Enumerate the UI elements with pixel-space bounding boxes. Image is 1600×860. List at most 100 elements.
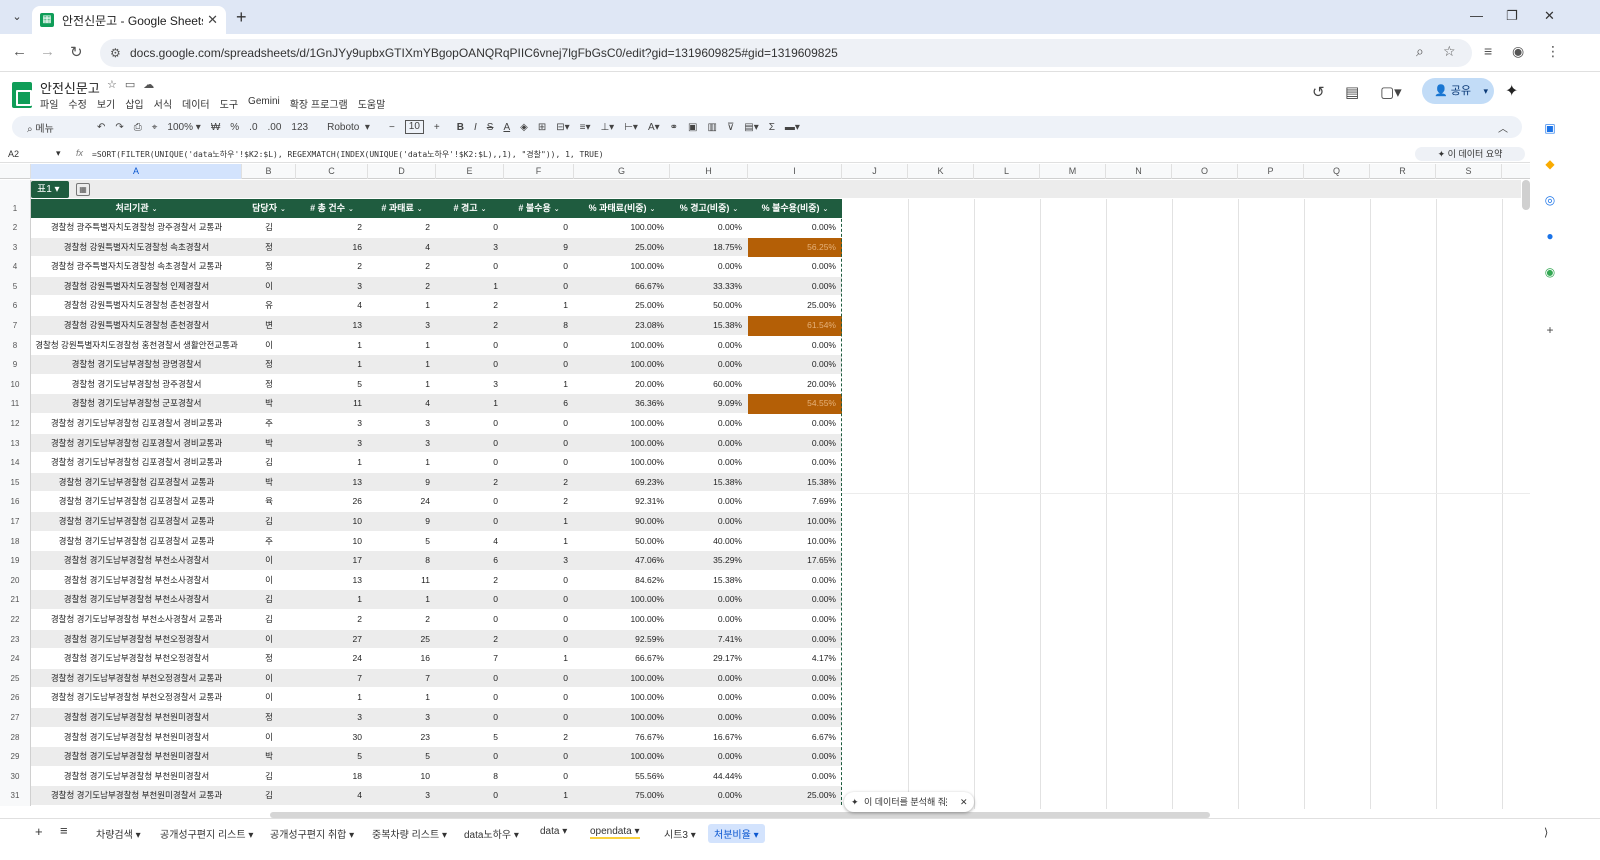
cell-b[interactable]: 유 (242, 296, 296, 316)
fill-color-icon[interactable]: ◈ (520, 122, 528, 133)
percent-format[interactable]: % (230, 122, 239, 133)
cell-i[interactable]: 25.00% (748, 786, 842, 806)
history-icon[interactable]: ↺ (1312, 83, 1325, 101)
cell-e[interactable]: 1 (436, 277, 504, 297)
cell-d[interactable]: 3 (368, 434, 436, 454)
browser-tab[interactable]: ▦ 안전신문고 - Google Sheets ✕ (32, 6, 226, 34)
row-header[interactable]: 26 (0, 688, 31, 708)
functions-icon[interactable]: Σ (769, 122, 775, 133)
cell-e[interactable]: 3 (436, 238, 504, 258)
cell-d[interactable]: 10 (368, 767, 436, 787)
name-box[interactable]: A2 (8, 149, 19, 159)
cell-c[interactable]: 2 (296, 218, 368, 238)
cell-c[interactable]: 24 (296, 649, 368, 669)
cell-i[interactable]: 7.69% (748, 492, 842, 512)
cell-i[interactable]: 0.00% (748, 434, 842, 454)
cell-b[interactable]: 이 (242, 669, 296, 689)
cell-c[interactable]: 13 (296, 473, 368, 493)
cell-e[interactable]: 0 (436, 257, 504, 277)
currency-format[interactable]: ₩ (211, 122, 220, 133)
italic-icon[interactable]: I (474, 122, 477, 133)
cell-f[interactable]: 2 (504, 728, 574, 748)
select-all-corner[interactable] (0, 164, 31, 179)
cell-h[interactable]: 0.00% (670, 708, 748, 728)
cell-c[interactable]: 26 (296, 492, 368, 512)
cell-h[interactable]: 7.41% (670, 630, 748, 650)
cell-h[interactable]: 60.00% (670, 375, 748, 395)
row-header[interactable]: 20 (0, 570, 31, 591)
cell-g[interactable]: 100.00% (574, 218, 670, 238)
cell-f[interactable]: 1 (504, 786, 574, 806)
sheet-tab[interactable]: 중복차량 리스트 ▾ (372, 826, 447, 841)
align-horizontal-icon[interactable]: ≡▾ (580, 122, 591, 133)
cell-d[interactable]: 5 (368, 532, 436, 552)
cell-d[interactable]: 11 (368, 571, 436, 591)
cell-d[interactable]: 1 (368, 590, 436, 610)
cell-h[interactable]: 0.00% (670, 610, 748, 630)
row-header[interactable]: 2 (0, 218, 31, 238)
url-field[interactable]: ⚙ docs.google.com/spreadsheets/d/1GnJYy9… (100, 39, 1472, 67)
cell-a[interactable]: 경찰청 강원특별자치도경찰청 춘천경찰서 (31, 296, 242, 316)
cell-d[interactable]: 3 (368, 786, 436, 806)
menu-edit[interactable]: 수정 (68, 96, 86, 111)
cell-c[interactable]: 5 (296, 375, 368, 395)
cell-h[interactable]: 9.09% (670, 394, 748, 414)
cell-c[interactable]: 1 (296, 688, 368, 708)
cell-b[interactable]: 이 (242, 630, 296, 650)
cell-b[interactable]: 김 (242, 767, 296, 787)
column-header[interactable]: L (974, 164, 1040, 179)
row-header[interactable]: 30 (0, 766, 31, 787)
cell-f[interactable]: 0 (504, 434, 574, 454)
cell-i[interactable]: 0.00% (748, 355, 842, 375)
row-header[interactable]: 28 (0, 727, 31, 748)
cell-a[interactable]: 경찰청 경기도남부경찰청 부천원미경찰서 (31, 708, 242, 728)
cell-d[interactable]: 1 (368, 453, 436, 473)
cell-i[interactable]: 0.00% (748, 453, 842, 473)
sheets-logo-icon[interactable] (12, 82, 32, 108)
row-header[interactable]: 31 (0, 786, 31, 806)
cell-a[interactable]: 경찰청 경기도남부경찰청 김포경찰서 경비교통과 (31, 453, 242, 473)
minimize-icon[interactable]: — (1470, 8, 1483, 23)
cell-e[interactable]: 0 (436, 512, 504, 532)
cell-b[interactable]: 김 (242, 218, 296, 238)
redo-icon[interactable]: ↷ (115, 122, 123, 133)
header-fine-ratio[interactable]: % 과태료(비중) ⌄ (574, 199, 670, 218)
column-header[interactable]: J (842, 164, 908, 179)
column-menu-icon[interactable]: ⌄ (554, 206, 560, 213)
zoom-lens-icon[interactable]: ⌕ (1416, 43, 1424, 60)
cell-b[interactable]: 김 (242, 610, 296, 630)
cell-g[interactable]: 66.67% (574, 277, 670, 297)
menu-help[interactable]: 도움말 (358, 96, 386, 111)
text-color-icon[interactable]: A (503, 122, 510, 133)
cell-g[interactable]: 100.00% (574, 434, 670, 454)
cell-c[interactable]: 1 (296, 336, 368, 356)
cell-f[interactable]: 0 (504, 355, 574, 375)
cell-f[interactable]: 0 (504, 571, 574, 591)
cell-e[interactable]: 1 (436, 394, 504, 414)
cell-c[interactable]: 1 (296, 453, 368, 473)
cell-b[interactable]: 육 (242, 492, 296, 512)
column-header[interactable]: B (242, 164, 296, 179)
cell-e[interactable]: 0 (436, 336, 504, 356)
menu-extensions[interactable]: 확장 프로그램 (290, 96, 348, 111)
cell-b[interactable]: 이 (242, 277, 296, 297)
row-header[interactable]: 15 (0, 472, 31, 493)
cell-h[interactable]: 50.00% (670, 296, 748, 316)
cell-c[interactable]: 16 (296, 238, 368, 258)
cell-c[interactable]: 13 (296, 571, 368, 591)
cell-g[interactable]: 23.08% (574, 316, 670, 336)
name-box-dropdown-icon[interactable]: ▾ (56, 148, 61, 159)
cell-c[interactable]: 1 (296, 355, 368, 375)
cell-a[interactable]: 경찰청 강원특별자치도경찰청 인제경찰서 (31, 277, 242, 297)
cell-h[interactable]: 0.00% (670, 434, 748, 454)
row-header[interactable]: 6 (0, 296, 31, 316)
cell-c[interactable]: 17 (296, 551, 368, 571)
cell-f[interactable]: 3 (504, 551, 574, 571)
cell-h[interactable]: 15.38% (670, 571, 748, 591)
close-tab-icon[interactable]: ✕ (207, 12, 218, 28)
cell-b[interactable]: 변 (242, 316, 296, 336)
cell-a[interactable]: 경찰청 경기도남부경찰청 부천오정경찰서 교통과 (31, 688, 242, 708)
column-menu-icon[interactable]: ⌄ (348, 206, 354, 213)
cell-d[interactable]: 4 (368, 238, 436, 258)
column-menu-icon[interactable]: ⌄ (823, 206, 829, 213)
